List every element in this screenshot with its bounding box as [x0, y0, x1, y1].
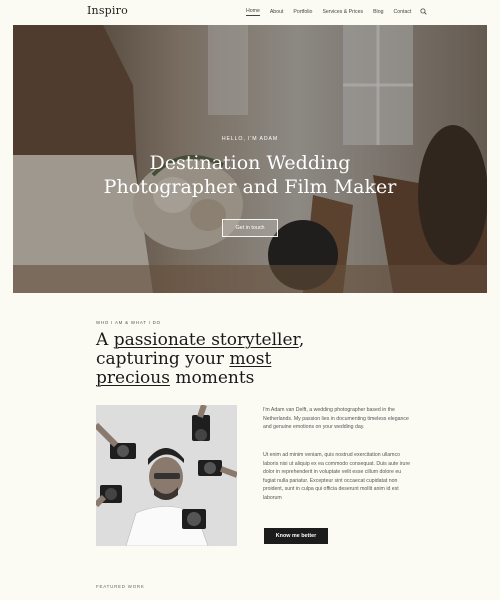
- heading-part: moments: [169, 368, 255, 388]
- heading-link-precious: precious: [96, 368, 170, 388]
- nav-item-portfolio[interactable]: Portfolio: [293, 9, 312, 16]
- nav-item-contact[interactable]: Contact: [393, 9, 411, 16]
- featured-work-kicker: FEATURED WORK: [96, 584, 145, 589]
- heading-part: ,: [298, 330, 305, 350]
- nav-item-home[interactable]: Home: [246, 8, 260, 16]
- heading-part: capturing your: [96, 349, 230, 369]
- get-in-touch-button[interactable]: Get in touch: [222, 219, 278, 237]
- photographer-portrait-image: [96, 405, 237, 546]
- about-heading: A passionate storyteller, capturing your …: [96, 331, 396, 388]
- about-kicker: WHO I AM & WHAT I DO: [96, 320, 161, 325]
- main-nav: Home About Portfolio Services & Prices B…: [246, 8, 428, 16]
- hero-title-line-2: Photographer and Film Maker: [103, 176, 397, 198]
- nav-item-blog[interactable]: Blog: [373, 9, 383, 16]
- about-paragraph-1: I'm Adam van Delft, a wedding photograph…: [263, 407, 409, 431]
- heading-link-most: most: [229, 349, 272, 369]
- heading-part: A: [96, 330, 114, 350]
- site-header: Inspiro Home About Portfolio Services & …: [0, 0, 500, 24]
- nav-item-about[interactable]: About: [270, 9, 284, 16]
- about-paragraph-2: Ut enim ad minim veniam, quis nostrud ex…: [263, 452, 411, 501]
- search-icon[interactable]: [420, 8, 428, 16]
- nav-item-services[interactable]: Services & Prices: [322, 9, 363, 16]
- site-logo[interactable]: Inspiro: [87, 4, 128, 17]
- hero-section: HELLO, I'M ADAM Destination Wedding Phot…: [13, 25, 487, 293]
- heading-link-storyteller: passionate storyteller: [113, 330, 299, 350]
- hero-title: Destination Wedding Photographer and Fil…: [13, 151, 487, 199]
- hero-kicker: HELLO, I'M ADAM: [221, 136, 279, 142]
- hero-title-line-1: Destination Wedding: [149, 152, 351, 174]
- know-me-better-button[interactable]: Know me better: [264, 528, 328, 544]
